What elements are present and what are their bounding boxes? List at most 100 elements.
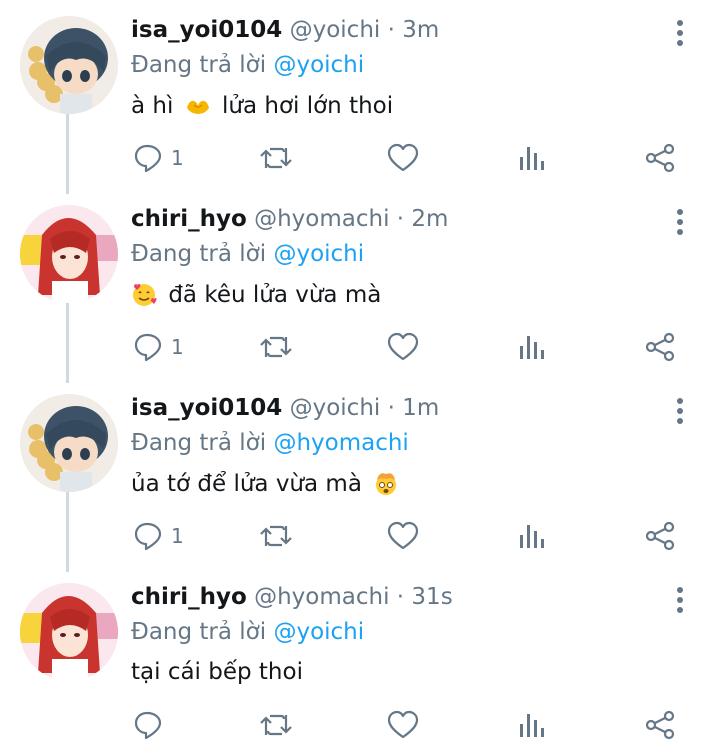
like-button[interactable] (387, 140, 419, 176)
tweet[interactable]: isa_yoi0104 @yoichi · 3m Đang trả lời @y… (0, 0, 719, 189)
reply-button[interactable]: 1 (133, 140, 184, 176)
heart-icon (387, 710, 419, 739)
tweet-text-part: lửa hơi lớn thoi (222, 93, 394, 119)
smiling-face-with-hearts-emoji (133, 284, 157, 306)
heart-hands-emoji (186, 100, 209, 114)
replying-to-label: Đang trả lời (131, 619, 267, 645)
tweet[interactable]: chiri_hyo @hyomachi · 2m Đang trả lời @y… (0, 189, 719, 378)
heart-icon (387, 332, 419, 361)
reply-button[interactable]: 1 (133, 329, 184, 365)
tweet-text: tại cái bếp thoi (131, 659, 303, 685)
separator: · (387, 395, 395, 421)
retweet-button[interactable] (259, 140, 293, 176)
analytics-button[interactable] (518, 140, 546, 176)
tweet[interactable]: chiri_hyo @hyomachi · 31s Đang trả lời @… (0, 567, 719, 756)
tweet-text-part: à hì (131, 93, 174, 119)
replying-to: Đang trả lời @yoichi (131, 52, 364, 78)
reply-count: 1 (171, 335, 184, 359)
more-options-icon[interactable] (668, 398, 692, 428)
share-icon (645, 332, 675, 362)
tweet-text-part: ủa tớ để lửa vừa mà (131, 471, 362, 497)
retweet-button[interactable] (259, 329, 293, 365)
action-bar: 1 (0, 329, 719, 369)
like-button[interactable] (387, 518, 419, 554)
reply-icon (134, 522, 162, 551)
analytics-icon (520, 147, 544, 170)
tweet[interactable]: isa_yoi0104 @yoichi · 1m Đang trả lời @h… (0, 378, 719, 567)
tweet-text: ủa tớ để lửa vừa mà (131, 470, 403, 497)
analytics-button[interactable] (518, 329, 546, 365)
separator: · (396, 584, 405, 610)
tweet-header: chiri_hyo @hyomachi · 2m (131, 206, 448, 232)
retweet-icon (260, 147, 292, 169)
reply-icon (134, 144, 162, 173)
replying-to-label: Đang trả lời (131, 52, 267, 78)
tweet-header: isa_yoi0104 @yoichi · 3m (131, 17, 439, 43)
timestamp[interactable]: 2m (411, 206, 448, 232)
mention-link[interactable]: @yoichi (273, 52, 364, 78)
share-button[interactable] (645, 329, 675, 365)
replying-to-label: Đang trả lời (131, 241, 267, 267)
replying-to-label: Đang trả lời (131, 430, 267, 456)
mention-link[interactable]: @yoichi (273, 619, 364, 645)
avatar[interactable] (20, 394, 118, 492)
retweet-icon (260, 336, 292, 358)
reply-icon (134, 711, 162, 740)
share-button[interactable] (645, 707, 675, 743)
analytics-button[interactable] (518, 707, 546, 743)
timestamp[interactable]: 3m (402, 17, 439, 43)
analytics-button[interactable] (518, 518, 546, 554)
user-handle[interactable]: @hyomachi (254, 206, 389, 232)
reply-icon (134, 333, 162, 362)
more-options-icon[interactable] (668, 209, 692, 239)
avatar[interactable] (20, 16, 118, 114)
action-bar: 1 (0, 140, 719, 180)
display-name[interactable]: chiri_hyo (131, 584, 247, 610)
analytics-icon (520, 336, 544, 359)
more-options-icon[interactable] (668, 20, 692, 50)
user-handle[interactable]: @hyomachi (254, 584, 389, 610)
display-name[interactable]: chiri_hyo (131, 206, 247, 232)
more-options-icon[interactable] (668, 587, 692, 617)
tweet-header: isa_yoi0104 @yoichi · 1m (131, 395, 439, 421)
reply-button[interactable]: 1 (133, 518, 184, 554)
avatar[interactable] (20, 583, 118, 681)
timestamp[interactable]: 31s (411, 584, 452, 610)
like-button[interactable] (387, 707, 419, 743)
share-button[interactable] (645, 518, 675, 554)
avatar[interactable] (20, 205, 118, 303)
reply-count: 1 (171, 146, 184, 170)
retweet-button[interactable] (259, 707, 293, 743)
heart-icon (387, 521, 419, 550)
reply-button[interactable] (133, 707, 171, 743)
analytics-icon (520, 525, 544, 548)
tweet-text: đã kêu lửa vừa mà (131, 281, 381, 308)
user-handle[interactable]: @yoichi (290, 395, 381, 421)
analytics-icon (520, 714, 544, 737)
timestamp[interactable]: 1m (402, 395, 439, 421)
mention-link[interactable]: @yoichi (273, 241, 364, 267)
replying-to: Đang trả lời @yoichi (131, 241, 364, 267)
separator: · (396, 206, 405, 232)
tweet-text: à hì lửa hơi lớn thoi (131, 92, 393, 119)
action-bar (0, 707, 719, 747)
share-button[interactable] (645, 140, 675, 176)
like-button[interactable] (387, 329, 419, 365)
tweet-text-part: đã kêu lửa vừa mà (168, 282, 382, 308)
retweet-button[interactable] (259, 518, 293, 554)
tweet-header: chiri_hyo @hyomachi · 31s (131, 584, 453, 610)
exploding-head-emoji (376, 473, 397, 495)
heart-icon (387, 143, 419, 172)
retweet-icon (260, 525, 292, 547)
replying-to: Đang trả lời @hyomachi (131, 430, 409, 456)
retweet-icon (260, 714, 292, 736)
mention-link[interactable]: @hyomachi (273, 430, 408, 456)
separator: · (387, 17, 395, 43)
action-bar: 1 (0, 518, 719, 558)
share-icon (645, 710, 675, 740)
display-name[interactable]: isa_yoi0104 (131, 17, 282, 43)
display-name[interactable]: isa_yoi0104 (131, 395, 282, 421)
user-handle[interactable]: @yoichi (290, 17, 381, 43)
tweet-text-part: tại cái bếp thoi (131, 659, 303, 685)
replying-to: Đang trả lời @yoichi (131, 619, 364, 645)
